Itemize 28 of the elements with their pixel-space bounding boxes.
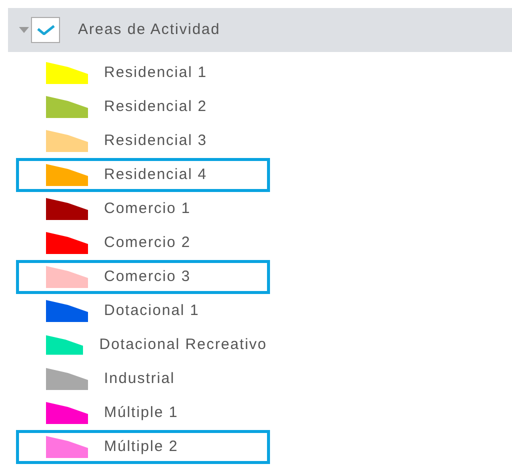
caret-icon[interactable] — [19, 27, 29, 33]
legend-item[interactable]: Residencial 1 — [16, 56, 270, 90]
layer-checkbox[interactable] — [31, 17, 60, 43]
check-icon — [36, 25, 54, 35]
legend-item[interactable]: Residencial 3 — [16, 124, 270, 158]
legend-label: Comercio 2 — [104, 232, 191, 253]
legend-label: Comercio 3 — [104, 266, 191, 287]
legend-item[interactable]: Comercio 2 — [16, 226, 270, 260]
legend-label: Residencial 3 — [104, 130, 208, 151]
legend-label: Residencial 1 — [104, 62, 208, 83]
legend-item[interactable]: Múltiple 2 — [16, 430, 270, 464]
legend-label: Múltiple 2 — [104, 436, 178, 457]
layer-title: Areas de Actividad — [78, 20, 220, 40]
legend-item[interactable]: Dotacional 1 — [16, 294, 270, 328]
legend-item[interactable]: Residencial 2 — [16, 90, 270, 124]
legend-item[interactable]: Industrial — [16, 362, 270, 396]
legend-label: Dotacional Recreativo — [99, 334, 267, 355]
legend-item[interactable]: Comercio 1 — [16, 192, 270, 226]
legend-label: Dotacional 1 — [104, 300, 200, 321]
legend-label: Residencial 2 — [104, 96, 208, 117]
legend-item[interactable]: Múltiple 1 — [16, 396, 270, 430]
legend-label: Múltiple 1 — [104, 402, 178, 423]
legend-item[interactable]: Comercio 3 — [16, 260, 270, 294]
legend-label: Industrial — [104, 368, 175, 389]
legend-item[interactable]: Residencial 4 — [16, 158, 270, 192]
legend-label: Comercio 1 — [104, 198, 191, 219]
legend-label: Residencial 4 — [104, 164, 208, 185]
legend-item[interactable]: Dotacional Recreativo — [16, 328, 270, 362]
